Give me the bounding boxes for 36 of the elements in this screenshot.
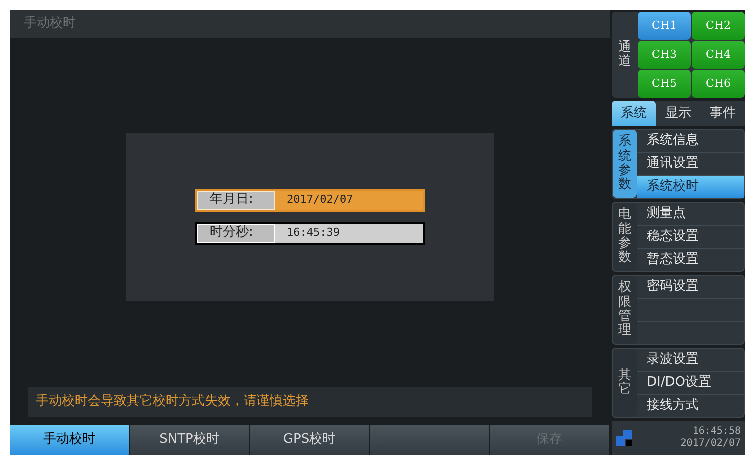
group-label: 权限管理 — [618, 281, 632, 339]
menu-item[interactable]: 接线方式 — [637, 395, 744, 417]
menu-item[interactable]: 系统校时 — [637, 176, 744, 198]
menu-item[interactable]: 录波设置 — [637, 349, 744, 372]
menu-item[interactable]: DI/DO设置 — [637, 372, 744, 395]
group-label-tab[interactable]: 其它 — [613, 349, 637, 417]
menu-item[interactable]: 稳态设置 — [637, 226, 744, 249]
channel-label: 通道 — [618, 40, 632, 70]
group-label: 其它 — [618, 368, 632, 398]
bottom-button[interactable]: SNTP校时 — [130, 425, 250, 455]
menu-item[interactable]: 系统信息 — [637, 130, 744, 153]
bottom-button[interactable]: GPS校时 — [250, 425, 370, 455]
tab[interactable]: 显示 — [656, 101, 701, 126]
window-title: 手动校时 — [24, 15, 76, 34]
menu-item[interactable]: 密码设置 — [637, 276, 744, 299]
field-value: 16:45:39 — [287, 224, 340, 241]
group-label: 系统参数 — [618, 135, 632, 193]
bottom-button[interactable] — [370, 425, 490, 455]
menu-item[interactable]: 测量点 — [637, 203, 744, 226]
network-icon — [616, 430, 632, 446]
field-value: 2017/02/07 — [287, 192, 354, 208]
group-label-tab[interactable]: 权限管理 — [613, 276, 637, 344]
menu-item[interactable]: 暂态设置 — [637, 249, 744, 271]
tab[interactable]: 系统 — [612, 101, 656, 126]
warning-message: 手动校时会导致其它校时方式失效，请谨慎选择 — [36, 393, 309, 412]
field-label: 时分秒: — [210, 224, 254, 242]
bottom-button[interactable]: 手动校时 — [10, 425, 130, 455]
tab[interactable]: 事件 — [700, 101, 745, 126]
time-field[interactable]: 年月日: 2017/02/07 — [195, 188, 425, 212]
group-label: 电能参数 — [618, 208, 632, 266]
group-label-tab[interactable]: 系统参数 — [613, 130, 637, 198]
status-date: 2017/02/07 — [680, 438, 741, 450]
status-time: 16:45:58 — [692, 426, 741, 438]
time-field[interactable]: 时分秒: 16:45:39 — [195, 222, 425, 244]
field-label: 年月日: — [210, 191, 254, 210]
group-label-tab[interactable]: 电能参数 — [613, 203, 637, 271]
